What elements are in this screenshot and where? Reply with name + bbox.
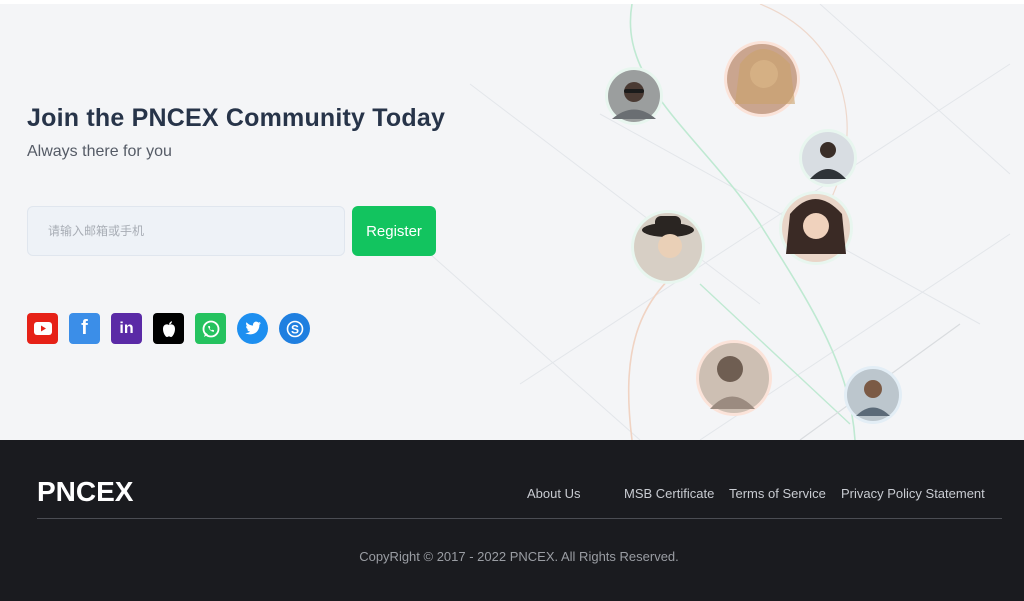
hero-section: Join the PNCEX Community Today Always th… <box>0 4 1024 440</box>
youtube-icon[interactable] <box>27 313 58 344</box>
page-subtitle: Always there for you <box>27 143 172 160</box>
twitter-icon[interactable] <box>237 313 268 344</box>
avatar <box>844 366 902 424</box>
email-or-phone-input[interactable] <box>27 206 345 256</box>
whatsapp-phone-icon <box>202 320 219 337</box>
linkedin-glyph: in <box>119 319 134 337</box>
footer-link-about-us[interactable]: About Us <box>527 486 580 501</box>
footer: PNCEX About Us MSB Certificate Terms of … <box>0 440 1024 601</box>
avatar <box>605 67 663 125</box>
avatar <box>779 191 853 265</box>
avatar <box>724 41 800 117</box>
apple-logo-icon <box>162 320 175 337</box>
copyright-text: CopyRight © 2017 - 2022 PNCEX. All Right… <box>359 549 679 564</box>
footer-link-privacy-policy[interactable]: Privacy Policy Statement <box>841 486 985 501</box>
apple-icon[interactable] <box>153 313 184 344</box>
footer-link-terms-of-service[interactable]: Terms of Service <box>729 486 826 501</box>
footer-brand-logo[interactable]: PNCEX <box>37 476 133 508</box>
page-title: Join the PNCEX Community Today <box>27 104 446 132</box>
footer-link-msb-certificate[interactable]: MSB Certificate <box>624 486 714 501</box>
avatar <box>799 129 857 187</box>
skype-icon[interactable]: S <box>279 313 310 344</box>
register-button[interactable]: Register <box>352 206 436 256</box>
facebook-icon[interactable]: f <box>69 313 100 344</box>
linkedin-icon[interactable]: in <box>111 313 142 344</box>
avatar <box>631 210 705 284</box>
svg-text:S: S <box>290 322 298 336</box>
skype-logo-icon: S <box>286 320 303 337</box>
twitter-bird-icon <box>244 321 261 335</box>
facebook-glyph: f <box>81 317 88 339</box>
avatar <box>696 340 772 416</box>
youtube-play-icon <box>33 322 52 335</box>
whatsapp-icon[interactable] <box>195 313 226 344</box>
footer-divider <box>37 518 1002 519</box>
